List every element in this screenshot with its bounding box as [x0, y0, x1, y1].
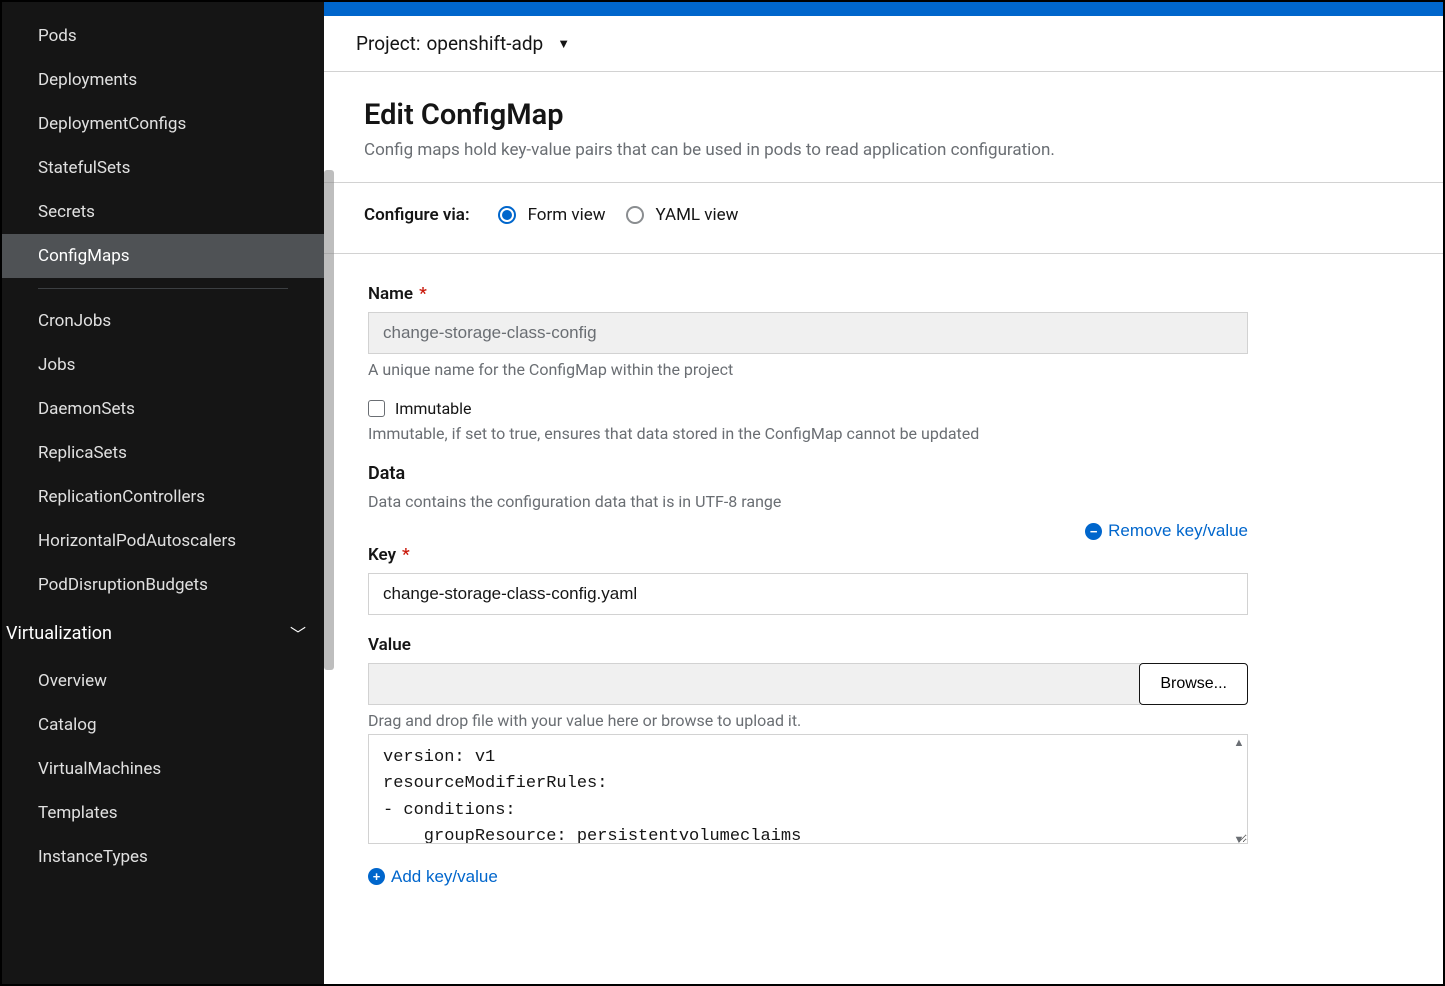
value-upload-row: Browse...	[368, 663, 1248, 705]
minus-circle-icon: −	[1085, 523, 1102, 540]
sidebar-item-catalog[interactable]: Catalog	[2, 703, 324, 747]
name-label: Name *	[368, 284, 1403, 304]
data-heading: Data	[368, 463, 1403, 484]
configure-via-row: Configure via: Form view YAML view	[364, 205, 1403, 225]
sidebar-section-label: Virtualization	[6, 623, 112, 644]
sidebar-item-horizontalpodautoscalers[interactable]: HorizontalPodAutoscalers	[2, 519, 324, 563]
name-help: A unique name for the ConfigMap within t…	[368, 360, 1403, 379]
sidebar-item-instancetypes[interactable]: InstanceTypes	[2, 835, 324, 879]
caret-down-icon: ▼	[557, 36, 570, 52]
sidebar-item-daemonsets[interactable]: DaemonSets	[2, 387, 324, 431]
radio-unchecked-icon	[626, 206, 644, 224]
sidebar-section-virtualization[interactable]: Virtualization ﹀	[2, 607, 324, 659]
key-label: Key *	[368, 545, 1403, 565]
required-asterisk: *	[402, 545, 410, 565]
chevron-down-icon: ﹀	[290, 621, 306, 645]
sidebar-item-configmaps[interactable]: ConfigMaps	[2, 234, 324, 278]
immutable-row[interactable]: Immutable	[368, 399, 1403, 418]
page-title: Edit ConfigMap	[364, 98, 1403, 132]
remove-key-value-button[interactable]: − Remove key/value	[1085, 521, 1248, 541]
add-key-value-button[interactable]: + Add key/value	[368, 867, 498, 887]
immutable-checkbox[interactable]	[368, 400, 385, 417]
data-help: Data contains the configuration data tha…	[368, 492, 1403, 511]
project-name: openshift-adp	[426, 32, 543, 55]
required-asterisk: *	[419, 284, 427, 304]
top-blue-bar	[324, 2, 1443, 16]
sidebar-item-secrets[interactable]: Secrets	[2, 190, 324, 234]
name-label-text: Name	[368, 284, 413, 304]
content-scrollbar[interactable]	[324, 170, 334, 670]
value-help: Drag and drop file with your value here …	[368, 711, 1403, 730]
sidebar-item-overview[interactable]: Overview	[2, 659, 324, 703]
value-textarea[interactable]	[368, 734, 1248, 844]
sidebar-item-virtualmachines[interactable]: VirtualMachines	[2, 747, 324, 791]
divider	[324, 253, 1443, 254]
browse-button[interactable]: Browse...	[1139, 663, 1248, 705]
name-input[interactable]	[368, 312, 1248, 354]
immutable-help: Immutable, if set to true, ensures that …	[368, 424, 1403, 443]
add-kv-label: Add key/value	[391, 867, 498, 887]
radio-form-view[interactable]: Form view	[498, 205, 606, 225]
value-label: Value	[368, 635, 1403, 655]
radio-checked-icon	[498, 206, 516, 224]
sidebar-item-jobs[interactable]: Jobs	[2, 343, 324, 387]
main: Project: openshift-adp ▼ Edit ConfigMap …	[324, 2, 1443, 984]
radio-yaml-view[interactable]: YAML view	[626, 205, 739, 225]
configure-via-label: Configure via:	[364, 205, 470, 225]
project-selector[interactable]: Project: openshift-adp ▼	[324, 16, 1443, 72]
remove-kv-label: Remove key/value	[1108, 521, 1248, 541]
sidebar-item-statefulsets[interactable]: StatefulSets	[2, 146, 324, 190]
sidebar-divider	[38, 288, 288, 289]
content: Edit ConfigMap Config maps hold key-valu…	[324, 72, 1443, 984]
radio-yaml-label: YAML view	[656, 205, 739, 225]
sidebar: Pods Deployments DeploymentConfigs State…	[2, 2, 324, 984]
form-section: Name * A unique name for the ConfigMap wi…	[368, 284, 1403, 887]
value-file-box[interactable]	[368, 663, 1140, 705]
sidebar-item-templates[interactable]: Templates	[2, 791, 324, 835]
key-input[interactable]	[368, 573, 1248, 615]
sidebar-item-cronjobs[interactable]: CronJobs	[2, 299, 324, 343]
divider	[324, 182, 1443, 183]
sidebar-item-deploymentconfigs[interactable]: DeploymentConfigs	[2, 102, 324, 146]
radio-form-label: Form view	[528, 205, 606, 225]
sidebar-item-pods[interactable]: Pods	[2, 14, 324, 58]
page-subtitle: Config maps hold key-value pairs that ca…	[364, 140, 1403, 160]
immutable-label: Immutable	[395, 399, 472, 418]
sidebar-item-replicasets[interactable]: ReplicaSets	[2, 431, 324, 475]
plus-circle-icon: +	[368, 868, 385, 885]
sidebar-item-deployments[interactable]: Deployments	[2, 58, 324, 102]
sidebar-item-replicationcontrollers[interactable]: ReplicationControllers	[2, 475, 324, 519]
sidebar-item-poddisruptionbudgets[interactable]: PodDisruptionBudgets	[2, 563, 324, 607]
key-label-text: Key	[368, 545, 396, 565]
project-prefix: Project:	[356, 32, 420, 55]
